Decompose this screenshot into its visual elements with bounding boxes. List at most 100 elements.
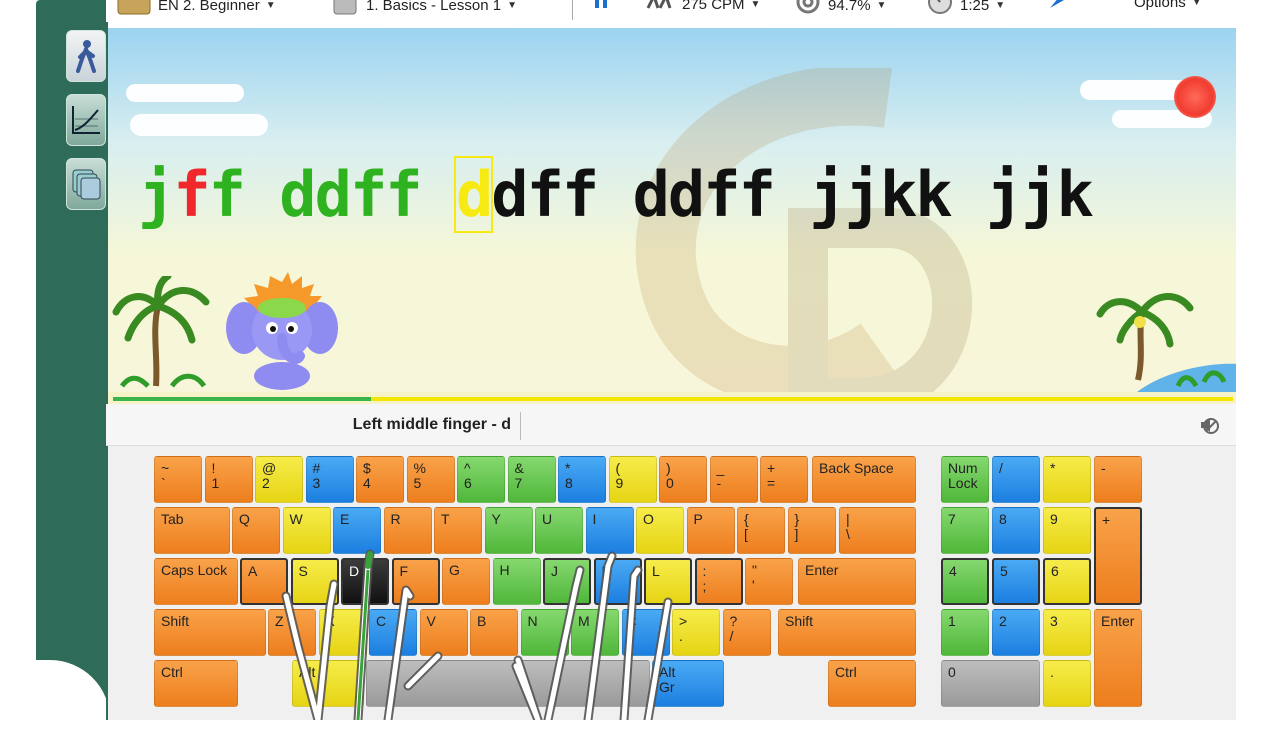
key--[interactable]: (9 — [608, 456, 657, 503]
key--[interactable]: . — [1043, 660, 1091, 707]
key-0[interactable]: 0 — [941, 660, 1040, 707]
key-back-space[interactable]: Back Space — [812, 456, 916, 503]
key-sublabel: 1 — [211, 475, 220, 491]
key--[interactable]: + = — [760, 456, 808, 503]
key-2[interactable]: 2 — [992, 609, 1040, 656]
key-f[interactable]: F — [391, 558, 440, 605]
cloud — [126, 84, 244, 102]
key--[interactable]: ? / — [722, 609, 771, 656]
key-caps-lock[interactable]: Caps Lock — [154, 558, 238, 605]
key-sublabel: 2 — [262, 475, 270, 491]
key-label: T — [441, 511, 450, 527]
key-i[interactable]: I — [585, 507, 634, 554]
key-g[interactable]: G — [442, 558, 490, 605]
key-w[interactable]: W — [282, 507, 331, 554]
key-enter[interactable]: Enter — [798, 558, 916, 605]
key--[interactable]: | \ — [839, 507, 916, 554]
key--[interactable]: }] — [787, 507, 836, 554]
key-ctrl[interactable]: Ctrl — [154, 660, 238, 707]
key-o[interactable]: O — [636, 507, 684, 554]
key-enter[interactable]: Enter — [1094, 609, 1142, 707]
cloud — [130, 114, 268, 136]
key-b[interactable]: B — [470, 609, 518, 656]
chevron-down-icon: ▼ — [507, 0, 517, 11]
key-p[interactable]: P — [686, 507, 735, 554]
key-5[interactable]: 5 — [992, 558, 1040, 605]
key-sublabel: - — [716, 475, 722, 491]
key-ctrl[interactable]: Ctrl — [828, 660, 916, 707]
key-3[interactable]: 3 — [1043, 609, 1091, 656]
key-l[interactable]: L — [644, 558, 692, 605]
key-label: _ — [716, 460, 725, 476]
key-alt[interactable]: Alt — [292, 660, 364, 707]
key-4[interactable]: 4 — [941, 558, 989, 605]
key-h[interactable]: H — [492, 558, 541, 605]
stats-chart-icon[interactable] — [66, 94, 106, 146]
key-6[interactable]: 6 — [1043, 558, 1091, 605]
key-q[interactable]: Q — [232, 507, 280, 554]
key--[interactable]: " ' — [745, 558, 793, 605]
key-y[interactable]: Y — [484, 507, 533, 554]
key-8[interactable]: 8 — [992, 507, 1040, 554]
key-z[interactable]: Z — [268, 609, 316, 656]
key-c[interactable]: C — [369, 609, 417, 656]
key-n[interactable]: N — [520, 609, 569, 656]
key--[interactable]: {[ — [737, 507, 785, 554]
course-dropdown[interactable]: EN 2. Beginner ▼ — [116, 0, 276, 16]
key--[interactable]: ! 1 — [204, 456, 253, 503]
key-9[interactable]: 9 — [1043, 507, 1091, 554]
key-1[interactable]: 1 — [941, 609, 989, 656]
key-m[interactable]: M — [571, 609, 619, 656]
lesson-dropdown[interactable]: 1. Basics - Lesson 1 ▼ — [332, 0, 517, 16]
pause-button[interactable] — [592, 0, 610, 14]
time-dropdown[interactable]: 1:25 ▼ — [926, 0, 1005, 16]
key--[interactable]: #3 — [305, 456, 354, 503]
key-shift[interactable]: Shift — [778, 609, 916, 656]
key-s[interactable]: S — [290, 558, 339, 605]
key--[interactable]: & 7 — [507, 456, 556, 503]
hint-bar: Left middle finger - d — [106, 404, 1236, 446]
key-k[interactable]: K — [593, 558, 642, 605]
key--[interactable]: / — [992, 456, 1040, 503]
lessons-stack-icon[interactable] — [66, 158, 106, 210]
walk-icon[interactable] — [66, 30, 106, 82]
key--[interactable]: + — [1094, 507, 1142, 605]
accuracy-dropdown[interactable]: 94.7% ▼ — [794, 0, 886, 16]
key--[interactable]: * — [1043, 456, 1091, 503]
key-x[interactable]: X — [318, 609, 367, 656]
key-sublabel: ' — [752, 577, 755, 593]
speed-dropdown[interactable]: 275 CPM ▼ — [646, 0, 760, 14]
key--[interactable]: - — [1094, 456, 1142, 503]
key--[interactable]: ^ 6 — [457, 456, 505, 503]
key-u[interactable]: U — [535, 507, 583, 554]
key-e[interactable]: E — [333, 507, 381, 554]
key-label: U — [542, 511, 553, 527]
key-label: " — [752, 562, 757, 578]
key--[interactable]: @2 — [255, 456, 303, 503]
key-alt[interactable]: Alt Gr — [652, 660, 724, 707]
key-t[interactable]: T — [434, 507, 482, 554]
key--[interactable]: $4 — [356, 456, 404, 503]
key-j[interactable]: J — [543, 558, 591, 605]
export-button[interactable] — [1048, 0, 1068, 14]
key-7[interactable]: 7 — [941, 507, 989, 554]
toolbar: EN 2. Beginner ▼ 1. Basics - Lesson 1 ▼ 27… — [106, 0, 1236, 22]
key--[interactable]: ) 0 — [659, 456, 707, 503]
key--[interactable]: _ - — [709, 456, 758, 503]
key-shift[interactable]: Shift — [154, 609, 266, 656]
key-a[interactable]: A — [240, 558, 288, 605]
key-d[interactable]: D — [341, 558, 389, 605]
key--[interactable]: >. — [672, 609, 720, 656]
key-v[interactable]: V — [419, 609, 468, 656]
key--[interactable]: <, — [621, 609, 670, 656]
key--[interactable]: % 5 — [406, 456, 455, 503]
key--[interactable]: ~ ` — [154, 456, 202, 503]
mute-sound-icon[interactable] — [1198, 414, 1220, 436]
options-dropdown[interactable]: Options ▼ — [1134, 0, 1202, 11]
key--[interactable]: * 8 — [558, 456, 606, 503]
key-tab[interactable]: Tab — [154, 507, 230, 554]
key-r[interactable]: R — [383, 507, 432, 554]
key-space[interactable] — [366, 660, 650, 707]
key-num[interactable]: Num Lock — [941, 456, 989, 503]
key--[interactable]: :; — [694, 558, 743, 605]
